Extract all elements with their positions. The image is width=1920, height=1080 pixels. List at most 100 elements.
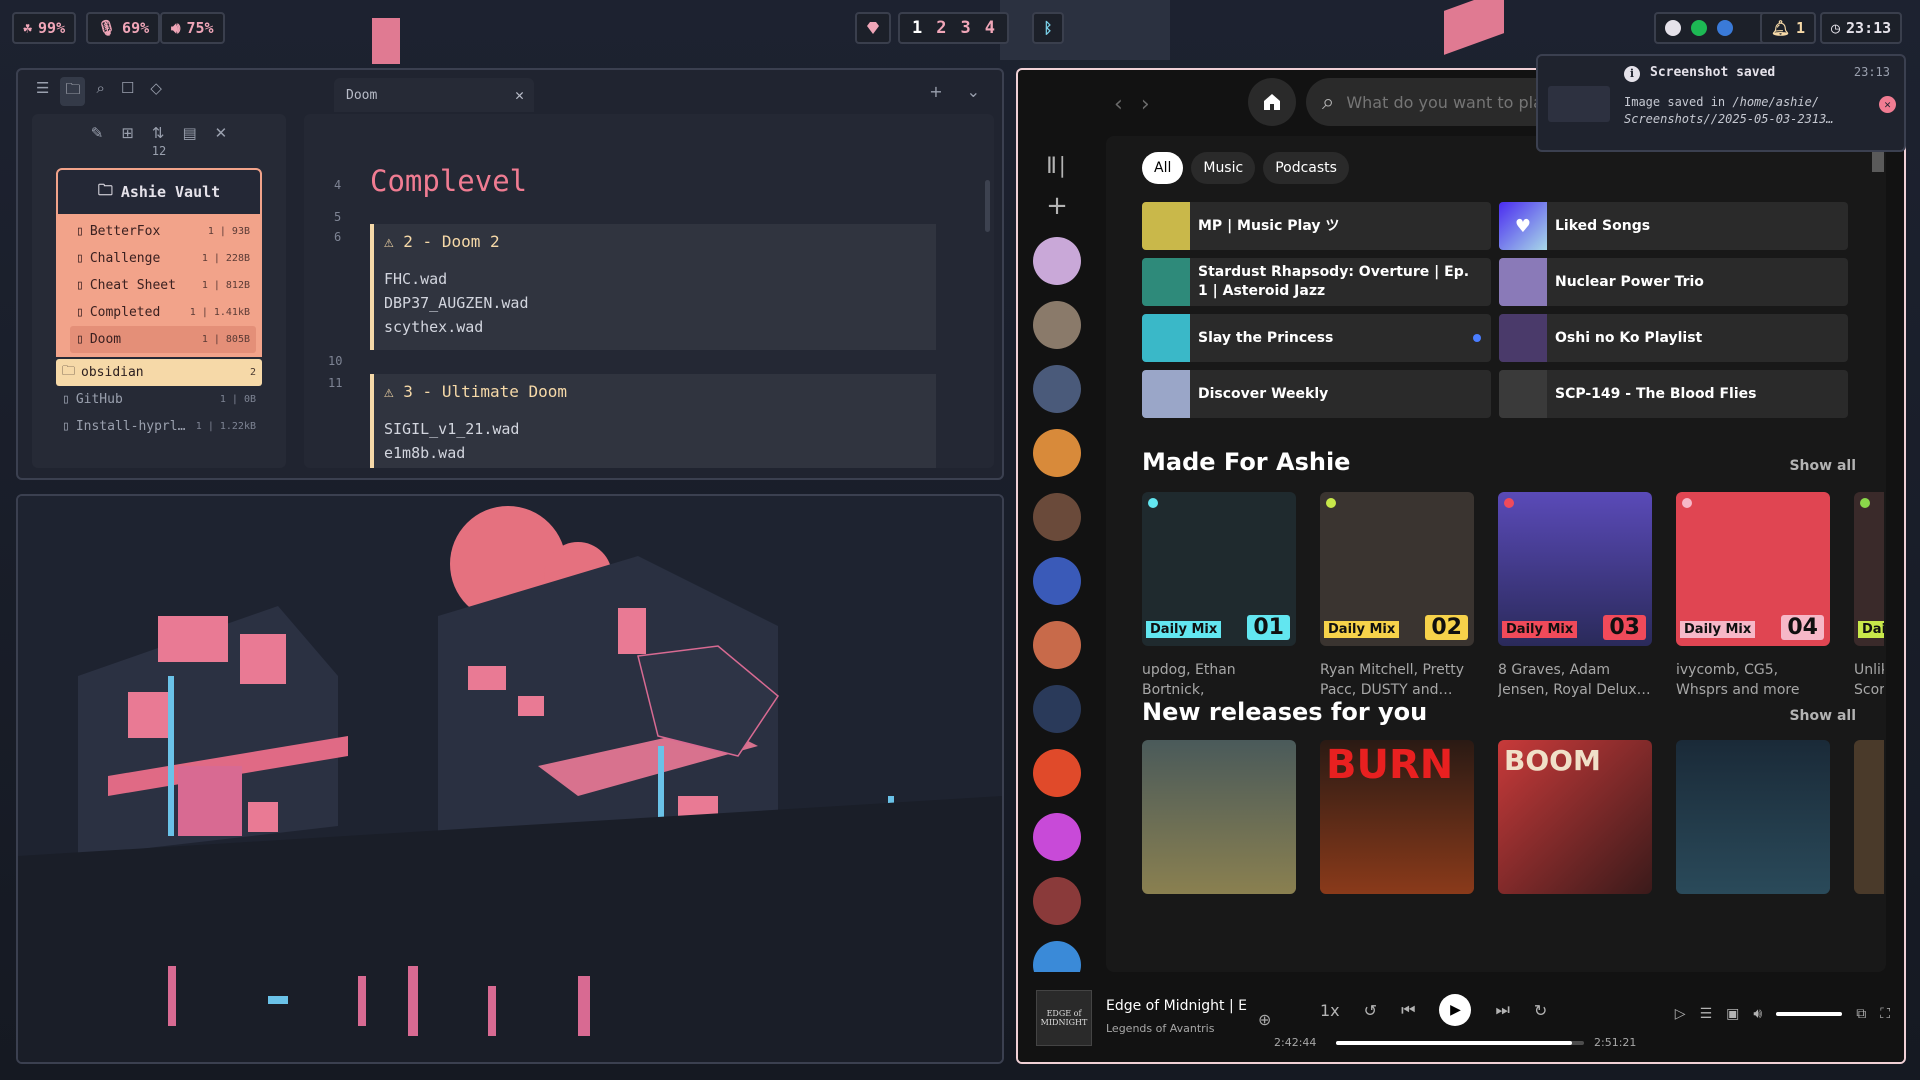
- chip-podcasts[interactable]: Podcasts: [1263, 152, 1349, 184]
- previous-icon[interactable]: ⏮︎: [1401, 1000, 1415, 1020]
- library-item-avatar[interactable]: [1033, 877, 1081, 925]
- show-all-link[interactable]: Show all: [1789, 458, 1856, 474]
- library-item-avatar[interactable]: [1033, 749, 1081, 797]
- workspace-1[interactable]: 1: [912, 18, 922, 38]
- speed-button[interactable]: 1x: [1320, 1001, 1340, 1020]
- library-item-avatar[interactable]: [1033, 429, 1081, 477]
- add-icon[interactable]: +: [1026, 191, 1088, 221]
- library-icon[interactable]: Ⅱ∣: [1026, 154, 1088, 179]
- close-icon[interactable]: ✕: [215, 124, 228, 142]
- file-item[interactable]: ▯ Completed 1 | 1.41kB: [70, 299, 256, 326]
- play-button[interactable]: ▶: [1439, 994, 1472, 1026]
- progress-bar[interactable]: [1336, 1041, 1584, 1045]
- library-item-avatar[interactable]: [1033, 621, 1081, 669]
- new-tab-icon[interactable]: +: [929, 82, 942, 101]
- chevron-down-icon[interactable]: ⌄: [967, 82, 980, 101]
- tab-doom[interactable]: Doom ✕: [334, 78, 534, 112]
- collapse-icon[interactable]: ▤: [182, 124, 196, 142]
- spotify-icon[interactable]: [1691, 20, 1707, 36]
- quick-tile[interactable]: Nuclear Power Trio: [1499, 258, 1848, 306]
- quick-tile[interactable]: SCP-149 - The Blood Flies: [1499, 370, 1848, 418]
- new-folder-icon[interactable]: ⊞: [121, 124, 134, 142]
- folder-item[interactable]: 🗀︎ obsidian 2: [56, 359, 262, 386]
- release-card[interactable]: [1142, 740, 1296, 894]
- steam-icon[interactable]: [1665, 20, 1681, 36]
- quick-tile[interactable]: Discover Weekly: [1142, 370, 1491, 418]
- tag-icon[interactable]: ◇: [150, 79, 162, 104]
- library-item-avatar[interactable]: [1033, 237, 1081, 285]
- queue-icon[interactable]: ☰: [1700, 1006, 1713, 1022]
- daily-mix-card[interactable]: Daily Mix 02 Ryan Mitchell, Pretty Pacc,…: [1320, 492, 1474, 700]
- track-title[interactable]: Edge of Midnight | Ep.: [1106, 998, 1248, 1014]
- show-all-link[interactable]: Show all: [1789, 708, 1856, 724]
- daily-mix-card[interactable]: Daily Mix 01 updog, Ethan Bortnick, ange…: [1142, 492, 1296, 700]
- daily-mix-card[interactable]: Daily Mix 04 ivycomb, CG5, Whsprs and mo…: [1676, 492, 1830, 700]
- file-item-selected[interactable]: ▯ Doom 1 | 805B: [70, 326, 256, 353]
- back-arrow-icon[interactable]: ‹: [1114, 92, 1123, 117]
- library-item-avatar[interactable]: [1033, 813, 1081, 861]
- now-playing-cover[interactable]: EDGE of MIDNIGHT: [1036, 990, 1092, 1046]
- fullscreen-icon[interactable]: ⛶: [1880, 1006, 1890, 1022]
- file-item[interactable]: ▯ Cheat Sheet 1 | 812B: [70, 272, 256, 299]
- connect-device-icon[interactable]: ▣: [1726, 1006, 1739, 1022]
- file-item[interactable]: ▯ Install-hyprl… 1 | 1.22kB: [56, 413, 262, 440]
- release-card[interactable]: [1854, 740, 1884, 894]
- menu-icon[interactable]: ☰: [36, 79, 49, 104]
- clock[interactable]: ◷ 23:13: [1820, 12, 1903, 44]
- track-artist[interactable]: Legends of Avantris: [1106, 1022, 1214, 1035]
- next-icon[interactable]: ⏭︎: [1495, 1000, 1509, 1020]
- add-to-library-icon[interactable]: ⊕: [1258, 1010, 1271, 1029]
- callout-block[interactable]: ⚠ 3 - Ultimate Doom SIGIL_v1_21.wad e1m8…: [370, 374, 936, 468]
- workspace-2[interactable]: 2: [936, 18, 946, 38]
- forward-arrow-icon[interactable]: ›: [1141, 92, 1150, 117]
- volume-slider[interactable]: [1776, 1012, 1843, 1016]
- close-icon[interactable]: ✕: [1879, 96, 1896, 113]
- scrollbar[interactable]: [985, 180, 990, 232]
- rewind-15-icon[interactable]: ↺: [1364, 1001, 1377, 1020]
- bluetooth-button[interactable]: ᛒ: [1032, 12, 1064, 44]
- volume-icon[interactable]: 🔊︎: [1753, 1006, 1762, 1022]
- workspace-3[interactable]: 3: [961, 18, 971, 38]
- file-item[interactable]: ▯ GitHub 1 | 0B: [56, 386, 262, 413]
- release-card[interactable]: [1676, 740, 1830, 894]
- mini-player-icon[interactable]: ⧉: [1856, 1006, 1866, 1022]
- workspace-4[interactable]: 4: [985, 18, 995, 38]
- vault-header[interactable]: 🗀︎ Ashie Vault: [56, 168, 262, 216]
- file-item[interactable]: ▯ BetterFox 1 | 93B: [70, 218, 256, 245]
- new-note-icon[interactable]: ✎: [91, 124, 104, 142]
- now-playing-view-icon[interactable]: ▷: [1675, 1006, 1686, 1022]
- note-editor[interactable]: 4 5 6 10 11 Complevel ⚠ 2 - Doom 2 FHC.w…: [304, 114, 994, 468]
- file-item[interactable]: ▯ Challenge 1 | 228B: [70, 245, 256, 272]
- home-button[interactable]: [1248, 78, 1296, 126]
- quick-tile[interactable]: MP | Music Play ツ: [1142, 202, 1491, 250]
- quick-tile[interactable]: ♥ Liked Songs: [1499, 202, 1848, 250]
- library-item-avatar[interactable]: [1033, 365, 1081, 413]
- screenshot-notification[interactable]: i Screenshot saved 23:13 Image saved in …: [1536, 54, 1906, 152]
- forward-15-icon[interactable]: ↻: [1534, 1001, 1547, 1020]
- quick-tile[interactable]: Stardust Rhapsody: Overture | Ep. 1 | As…: [1142, 258, 1491, 306]
- search-icon[interactable]: ⌕: [96, 79, 104, 104]
- callout-block[interactable]: ⚠ 2 - Doom 2 FHC.wad DBP37_AUGZEN.wad sc…: [370, 224, 936, 350]
- folder-icon[interactable]: 🗀︎: [60, 76, 86, 106]
- library-item-avatar[interactable]: [1033, 557, 1081, 605]
- notification-counter[interactable]: 🔔︎ 1: [1760, 12, 1817, 44]
- volume-indicator[interactable]: 🔊︎ 75%: [160, 12, 225, 44]
- mic-indicator[interactable]: 🎙︎ 69%: [86, 12, 161, 44]
- quick-tile[interactable]: Slay the Princess: [1142, 314, 1491, 362]
- chip-all[interactable]: All: [1142, 152, 1184, 184]
- daily-mix-card[interactable]: Daily Mix 03 8 Graves, Adam Jensen, Roya…: [1498, 492, 1652, 700]
- quick-tile[interactable]: Oshi no Ko Playlist: [1499, 314, 1848, 362]
- close-icon[interactable]: ✕: [515, 86, 524, 104]
- library-item-avatar[interactable]: [1033, 493, 1081, 541]
- library-item-avatar[interactable]: [1033, 685, 1081, 733]
- release-card[interactable]: BOOM: [1498, 740, 1652, 894]
- launcher-button[interactable]: [855, 12, 891, 44]
- daily-mix-card[interactable]: Daily Unlike Score: [1854, 492, 1884, 700]
- battery-indicator[interactable]: ☘ 99%: [12, 12, 77, 44]
- chip-music[interactable]: Music: [1191, 152, 1256, 184]
- app-tray-icon[interactable]: [1717, 20, 1733, 36]
- library-item-avatar[interactable]: [1033, 301, 1081, 349]
- release-card[interactable]: BURN: [1320, 740, 1474, 894]
- bookmark-icon[interactable]: ☐: [121, 79, 134, 104]
- sort-icon[interactable]: ⇅: [152, 124, 165, 142]
